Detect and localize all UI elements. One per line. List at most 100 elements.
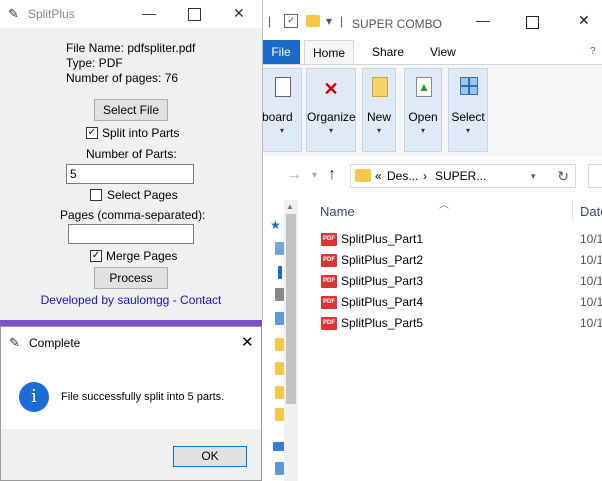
quick-access-icon[interactable]: ★: [270, 218, 281, 232]
file-date: 10/1: [580, 274, 602, 288]
maximize-icon[interactable]: [188, 8, 201, 21]
properties-icon[interactable]: ✓: [284, 14, 298, 28]
chevron-down-icon: ▾: [328, 126, 333, 135]
minimize-icon[interactable]: —: [142, 5, 156, 21]
open-label: Open: [408, 110, 438, 124]
nav-item-icon[interactable]: [275, 242, 284, 255]
tab-share[interactable]: Share: [364, 40, 412, 64]
developer-credit-link[interactable]: Developed by saulomgg - Contact: [0, 293, 262, 307]
complete-dialog: ✎ Complete ✕ i File successfully split i…: [0, 326, 262, 481]
address-dropdown-icon[interactable]: ▾: [531, 171, 536, 182]
folder-icon: [355, 169, 371, 182]
folder-icon[interactable]: [275, 386, 284, 399]
scrollbar-thumb[interactable]: [286, 214, 296, 404]
tab-view[interactable]: View: [422, 40, 464, 64]
ribbon: pboard ▾ ✕ Organize ▾ New ▾ ▲ Open ▾ Sel…: [255, 64, 602, 158]
file-name: SplitPlus_Part1: [341, 232, 424, 246]
list-item[interactable]: PDF SplitPlus_Part3 10/1: [306, 270, 602, 291]
new-label: New: [366, 110, 391, 124]
column-date[interactable]: Date: [580, 204, 602, 219]
chevron-down-icon: ▾: [465, 126, 470, 135]
close-icon[interactable]: ✕: [233, 5, 245, 22]
pdf-file-icon: PDF: [321, 296, 337, 309]
column-name[interactable]: Name: [320, 204, 355, 219]
dialog-message: File successfully split into 5 parts.: [61, 391, 225, 403]
download-icon[interactable]: [278, 266, 282, 279]
search-box[interactable]: [588, 164, 602, 188]
file-name: SplitPlus_Part5: [341, 316, 424, 330]
file-list: PDF SplitPlus_Part1 10/1 PDF SplitPlus_P…: [306, 228, 602, 333]
breadcrumb-separator: ›: [423, 169, 427, 183]
new-folder-qa-icon[interactable]: [306, 15, 320, 27]
dialog-title: Complete: [29, 336, 81, 350]
select-pages-checkbox[interactable]: [90, 189, 102, 201]
ok-button[interactable]: OK: [173, 446, 247, 467]
document-icon[interactable]: [275, 288, 284, 301]
sort-ascending-icon: ︿: [439, 200, 449, 211]
tab-file[interactable]: File: [262, 40, 300, 64]
folder-icon[interactable]: [275, 338, 284, 351]
select-file-button[interactable]: Select File: [94, 99, 168, 121]
merge-pages-label[interactable]: Merge Pages: [106, 249, 177, 263]
close-icon[interactable]: ✕: [241, 333, 254, 351]
breadcrumb-desktop[interactable]: Des...: [387, 169, 418, 183]
pdf-file-icon: PDF: [321, 233, 337, 246]
recent-locations-icon[interactable]: ▾: [312, 170, 317, 181]
nav-item-icon[interactable]: [275, 462, 284, 475]
maximize-icon[interactable]: [526, 16, 539, 29]
list-item[interactable]: PDF SplitPlus_Part2 10/1: [306, 249, 602, 270]
chevron-down-icon: ▾: [420, 126, 425, 135]
new-group[interactable]: New ▾: [362, 68, 396, 152]
file-date: 10/1: [580, 295, 602, 309]
clipboard-group[interactable]: pboard ▾: [255, 68, 302, 152]
process-button[interactable]: Process: [94, 267, 168, 289]
navigation-pane: ★: [262, 196, 285, 481]
file-name-label: File Name: pdfspliter.pdf: [66, 41, 196, 55]
select-group[interactable]: Select ▾: [448, 68, 488, 152]
refresh-icon[interactable]: ↻: [557, 168, 569, 185]
tab-home[interactable]: Home: [304, 40, 355, 65]
pdf-file-icon: PDF: [321, 275, 337, 288]
delete-icon: ✕: [323, 79, 339, 99]
chevron-down-icon: ▾: [279, 126, 284, 135]
merge-pages-checkbox[interactable]: ✓: [90, 250, 102, 262]
open-icon: ▲: [416, 77, 432, 97]
open-group[interactable]: ▲ Open ▾: [404, 68, 442, 152]
address-bar[interactable]: « Des... › SUPER... ▾ ↻: [350, 164, 576, 188]
breadcrumb-overflow[interactable]: «: [375, 169, 382, 183]
file-name: SplitPlus_Part4: [341, 295, 424, 309]
organize-group[interactable]: ✕ Organize ▾: [306, 68, 356, 152]
navigation-bar: → ▾ ↑ « Des... › SUPER... ▾ ↻: [262, 156, 602, 196]
minimize-icon[interactable]: —: [476, 12, 490, 28]
chevron-down-icon: ▾: [376, 126, 381, 135]
pdf-file-icon: PDF: [321, 254, 337, 267]
select-pages-label[interactable]: Select Pages: [107, 188, 178, 202]
split-into-parts-label[interactable]: Split into Parts: [102, 126, 179, 140]
list-item[interactable]: PDF SplitPlus_Part4 10/1: [306, 291, 602, 312]
folder-icon[interactable]: [275, 362, 284, 375]
list-item[interactable]: PDF SplitPlus_Part1 10/1: [306, 228, 602, 249]
folder-icon[interactable]: [275, 408, 284, 421]
number-of-parts-input[interactable]: 5: [66, 164, 194, 184]
picture-icon[interactable]: [275, 312, 284, 325]
forward-arrow-icon[interactable]: →: [286, 166, 302, 184]
quick-access-separator: |: [268, 14, 272, 28]
number-of-parts-label: Number of Parts:: [86, 147, 177, 161]
navigation-scrollbar[interactable]: ▲: [284, 200, 298, 481]
clipboard-icon: [275, 77, 291, 97]
up-arrow-icon[interactable]: ↑: [328, 166, 336, 184]
breadcrumb-super-combo[interactable]: SUPER...: [435, 169, 486, 183]
pages-label: Pages (comma-separated):: [60, 208, 206, 222]
pdf-file-icon: PDF: [321, 317, 337, 330]
feather-icon: ✎: [8, 6, 19, 21]
window-title: SplitPlus: [28, 7, 75, 21]
pages-input[interactable]: [68, 224, 194, 244]
split-into-parts-checkbox[interactable]: ✓: [86, 127, 98, 139]
help-icon[interactable]: ?: [582, 40, 602, 64]
list-item[interactable]: PDF SplitPlus_Part5 10/1: [306, 312, 602, 333]
close-icon[interactable]: ✕: [578, 12, 590, 29]
ribbon-tabs: File Home Share View ?: [262, 40, 602, 65]
customize-qa-icon[interactable]: ▾: [326, 14, 332, 28]
column-separator[interactable]: [572, 200, 573, 220]
scroll-up-icon[interactable]: ▲: [286, 202, 294, 211]
